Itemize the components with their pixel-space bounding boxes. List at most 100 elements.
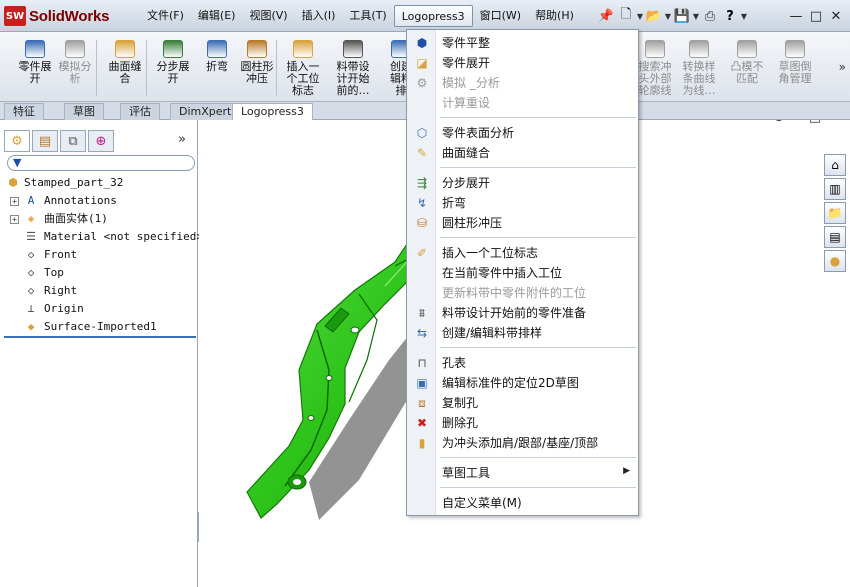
pin-icon[interactable]: 📌 [596, 6, 616, 26]
tab-特征[interactable]: 特征 [4, 103, 44, 120]
tree-item[interactable]: ⬢ Stamped_part_32 [0, 174, 198, 192]
copy-hole-icon: ⧈ [418, 395, 426, 410]
feature-tree: ⬢ Stamped_part_32 + A Annotations + ◈ 曲面实体(1) ☰ M… [0, 174, 203, 336]
configuration-manager-icon[interactable]: ⧉ [60, 130, 86, 152]
dimxpert-manager-icon[interactable]: ⊕ [88, 130, 114, 152]
menu-item-19[interactable]: ▣ 编辑标准件的定位2D草图 [407, 373, 638, 393]
menu-item-5[interactable]: ⬡ 零件表面分析 [407, 123, 638, 143]
property-manager-icon[interactable]: ▤ [32, 130, 58, 152]
menu-item-8[interactable]: ⇶ 分步展开 [407, 173, 638, 193]
ribbon-button-12: 草图倒 角管理 [774, 40, 816, 85]
ribbon-button-5[interactable]: 圆柱形 冲压 [236, 40, 278, 85]
tree-item[interactable]: ◇ Right [0, 282, 198, 300]
help-dropdown-icon[interactable]: ▼ [740, 12, 748, 21]
tab-logopress3[interactable]: Logopress3 [232, 103, 313, 121]
feature-manager-icon[interactable]: ⚙ [4, 130, 30, 152]
tree-item[interactable]: ◇ Top [0, 264, 198, 282]
ribbon-button-0[interactable]: 零件展 开 [14, 40, 56, 85]
menu-item-label: 圆柱形冲压 [442, 216, 503, 230]
tree-item[interactable]: + ◈ 曲面实体(1) [0, 210, 198, 228]
expand-icon[interactable]: + [10, 215, 19, 224]
menu-item-26[interactable]: 自定义菜单(M) [407, 493, 638, 513]
viewport-restore-icon[interactable]: □ [806, 120, 824, 125]
menu-separator [440, 237, 636, 238]
ribbon-button-1: 模拟分 析 [54, 40, 96, 85]
ribbon-button-2[interactable]: 曲面缝 合 [104, 40, 146, 85]
rollback-bar[interactable] [4, 336, 196, 338]
ribbon-button-4[interactable]: 折弯 [196, 40, 238, 73]
appearance-icon[interactable]: ● [824, 250, 846, 272]
home-icon[interactable]: ⌂ [824, 154, 846, 176]
simulation-icon [65, 40, 85, 58]
tree-item-label: Stamped_part_32 [24, 176, 124, 189]
menu-item-24[interactable]: 草图工具 ▶ [407, 463, 638, 483]
menu-6[interactable]: 窗口(W) [473, 5, 528, 27]
tree-filter-input[interactable]: ▼ [7, 155, 195, 171]
open-dropdown-icon[interactable]: ▼ [664, 12, 672, 21]
menu-item-6[interactable]: ✎ 曲面缝合 [407, 143, 638, 163]
hole-table-icon: ⊓ [417, 356, 427, 370]
menu-item-9[interactable]: ↯ 折弯 [407, 193, 638, 213]
menu-2[interactable]: 视图(V) [242, 5, 294, 27]
tree-item[interactable]: ◇ Front [0, 246, 198, 264]
menu-item-21[interactable]: ✖ 删除孔 [407, 413, 638, 433]
menu-separator [440, 117, 636, 118]
tree-item-label: Top [44, 266, 64, 279]
menu-4[interactable]: 工具(T) [342, 5, 393, 27]
surface-knit-icon [115, 40, 135, 58]
print-icon[interactable]: ⎙ [700, 6, 720, 26]
restore-button[interactable]: □ [806, 6, 826, 26]
ribbon-button-label: 模拟分 析 [58, 60, 92, 85]
ribbon-button-label: 草图倒 角管理 [778, 60, 812, 85]
menu-item-12[interactable]: ✐ 插入一个工位标志 [407, 243, 638, 263]
viewport-close-icon[interactable]: ✕ [824, 120, 842, 125]
ribbon-button-3[interactable]: 分步展 开 [152, 40, 194, 85]
open-folder-icon[interactable]: 📂 [644, 6, 664, 26]
ribbon-button-6[interactable]: 插入一 个工位 标志 [282, 40, 324, 97]
ribbon-button-7[interactable]: 料带设 计开始 前的… [332, 40, 374, 97]
tree-item[interactable]: + A Annotations [0, 192, 198, 210]
menu-item-16[interactable]: ⇆ 创建/编辑料带排样 [407, 323, 638, 343]
save-dropdown-icon[interactable]: ▼ [692, 12, 700, 21]
help-icon[interactable]: ? [720, 6, 740, 26]
save-icon[interactable]: 💾 [672, 6, 692, 26]
panel-chevron-icon[interactable]: » [178, 132, 186, 147]
menu-item-18[interactable]: ⊓ 孔表 [407, 353, 638, 373]
design-library-icon[interactable]: ▥ [824, 178, 846, 200]
new-document-icon[interactable]: 🗋 [616, 6, 636, 26]
tree-item[interactable]: ☰ Material <not specified> [0, 228, 203, 246]
menu-item-20[interactable]: ⧈ 复制孔 [407, 393, 638, 413]
menu-7[interactable]: 帮助(H) [528, 5, 581, 27]
menu-item-0[interactable]: ⬢ 零件平整 [407, 33, 638, 53]
menu-item-label: 模拟 _分析 [442, 76, 500, 90]
strip-prep-icon: ⩩ [418, 305, 426, 320]
view-palette-icon[interactable]: ▤ [824, 226, 846, 248]
menu-item-22[interactable]: ▮ 为冲头添加肩/跟部/基座/顶部 [407, 433, 638, 453]
menu-3[interactable]: 插入(I) [295, 5, 343, 27]
ribbon-more-icon[interactable]: » [839, 60, 846, 74]
menu-item-15[interactable]: ⩩ 料带设计开始前的零件准备 [407, 303, 638, 323]
new-document-dropdown-icon[interactable]: ▼ [636, 12, 644, 21]
menu-5[interactable]: Logopress3 [393, 5, 473, 27]
menu-0[interactable]: 文件(F) [140, 5, 191, 27]
logopress3-menu: ⬢ 零件平整 ◪ 零件展开 ⚙ 模拟 _分析 计算重设 ⬡ 零件表面分析 ✎ 曲面缝合 ⇶ 分步展开 ↯ 折… [406, 29, 639, 516]
menu-item-10[interactable]: ⛁ 圆柱形冲压 [407, 213, 638, 233]
close-button[interactable]: ✕ [826, 6, 846, 26]
viewport-window-controls: ⊗−□✕ [770, 120, 842, 125]
tab-草图[interactable]: 草图 [64, 103, 104, 120]
tab-dimxpert[interactable]: DimXpert [170, 103, 241, 120]
sketch-chamfer-icon [785, 40, 805, 58]
tab-评估[interactable]: 评估 [120, 103, 160, 120]
cylindrical-punch-icon: ⛁ [416, 216, 428, 230]
viewport-minimize-icon[interactable]: − [788, 120, 806, 125]
file-explorer-icon[interactable]: 📁 [824, 202, 846, 224]
menu-item-13[interactable]: 在当前零件中插入工位 [407, 263, 638, 283]
minimize-button[interactable]: — [786, 6, 806, 26]
expand-icon[interactable]: + [10, 197, 19, 206]
viewport-close-circle-icon[interactable]: ⊗ [770, 120, 788, 125]
menu-1[interactable]: 编辑(E) [191, 5, 243, 27]
menu-item-1[interactable]: ◪ 零件展开 [407, 53, 638, 73]
tree-item[interactable]: ⊥ Origin [0, 300, 198, 318]
tree-item[interactable]: ◆ Surface-Imported1 [0, 318, 198, 336]
menu-separator [440, 347, 636, 348]
